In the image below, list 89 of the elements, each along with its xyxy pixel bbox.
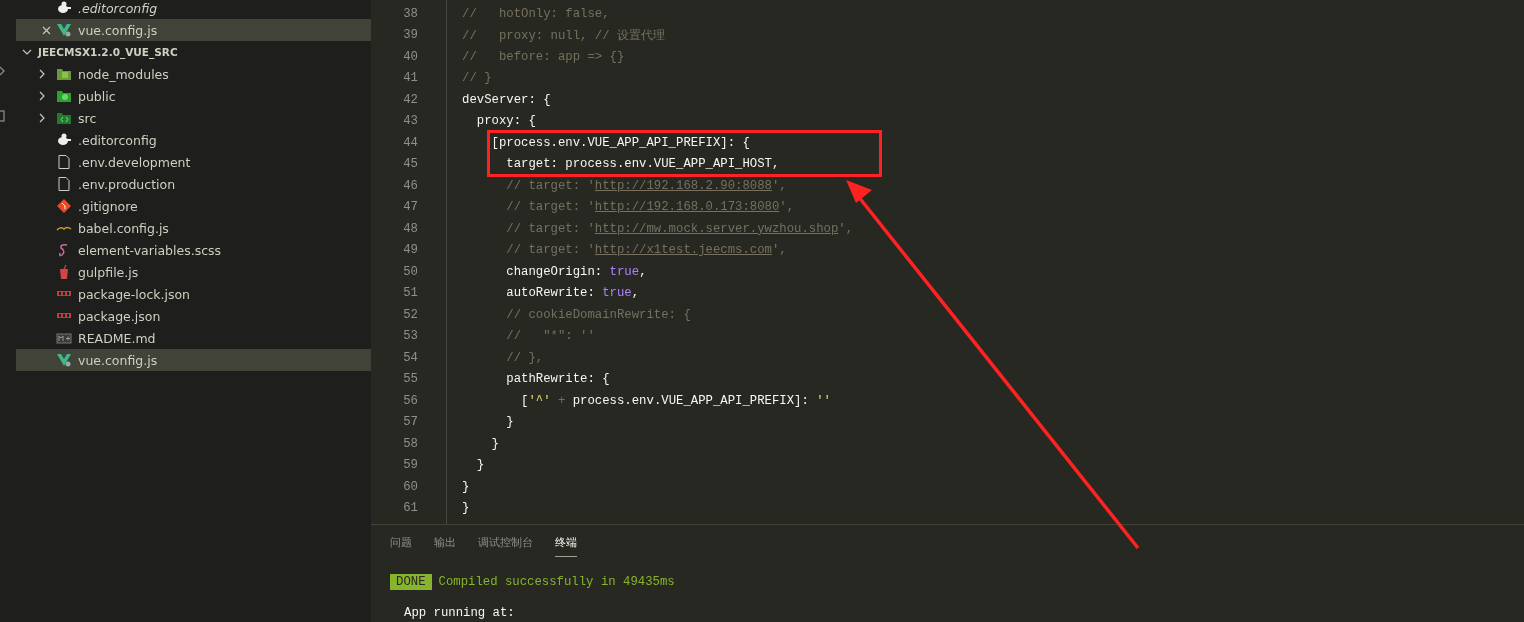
markdown-icon <box>56 330 72 346</box>
code-line: // } <box>462 71 492 86</box>
chevron-icon <box>37 91 47 101</box>
line-number: 46 <box>402 178 418 193</box>
line-number: 47 <box>402 200 418 215</box>
code-line: [process.env.VUE_APP_API_PREFIX]: { <box>490 135 750 150</box>
folder-item[interactable]: public <box>16 85 371 107</box>
line-number: 44 <box>402 135 418 150</box>
editorconfig-icon <box>56 0 72 16</box>
code-line: // target: 'http://mw.mock.server.ywzhou.shop', <box>505 221 854 236</box>
code-line: // proxy: null, // 设置代理 <box>462 27 665 44</box>
code-line: // }, <box>505 350 544 365</box>
code-line: // target: 'http://192.168.2.90:8088', <box>505 178 787 193</box>
code-line: // cookieDomainRewrite: { <box>505 307 691 322</box>
line-number: 58 <box>402 436 418 451</box>
file-item[interactable]: package.json <box>16 305 371 327</box>
file-item[interactable]: .env.development <box>16 151 371 173</box>
open-editor-item[interactable]: .editorconfig <box>16 0 371 19</box>
code-line: devServer: { <box>462 92 551 107</box>
panel-tab[interactable]: 输出 <box>434 535 456 557</box>
file-item[interactable]: .editorconfig <box>16 129 371 151</box>
file-item[interactable]: gulpfile.js <box>16 261 371 283</box>
file-icon <box>56 154 72 170</box>
code-line: } <box>490 436 499 451</box>
chevron-icon <box>22 47 32 57</box>
close-icon[interactable] <box>41 25 51 35</box>
line-number: 59 <box>402 458 418 473</box>
line-number: 55 <box>402 372 418 387</box>
editorconfig-icon <box>56 132 72 148</box>
line-number: 39 <box>402 28 418 43</box>
panel-tab[interactable]: 问题 <box>390 535 412 557</box>
file-item[interactable]: element-variables.scss <box>16 239 371 261</box>
file-item[interactable]: vue.config.js <box>16 349 371 371</box>
line-number: 54 <box>402 350 418 365</box>
line-number: 45 <box>402 157 418 172</box>
file-item[interactable]: package-lock.json <box>16 283 371 305</box>
code-line: // target: 'http://192.168.0.173:8080', <box>505 200 795 215</box>
file-item[interactable]: babel.config.js <box>16 217 371 239</box>
vue-logo-icon <box>56 352 72 368</box>
code-line: } <box>475 458 485 473</box>
chevron-icon <box>37 69 47 79</box>
line-number: 51 <box>402 286 418 301</box>
folder-icon <box>56 88 72 104</box>
open-editor-item[interactable]: vue.config.js <box>16 19 371 41</box>
status-badge: DONE <box>390 574 432 590</box>
line-number: 53 <box>402 329 418 344</box>
file-icon <box>56 176 72 192</box>
line-number: 40 <box>402 49 418 64</box>
line-number: 60 <box>402 479 418 494</box>
chevron-icon[interactable] <box>0 66 5 76</box>
terminal-line: App running at: <box>403 606 516 620</box>
code-line: // before: app => {} <box>462 49 625 64</box>
line-number: 42 <box>402 92 418 107</box>
chevron-icon <box>37 113 47 123</box>
line-number: 57 <box>402 415 418 430</box>
code-line: } <box>505 415 514 430</box>
code-line: } <box>462 479 470 494</box>
code-line: autoRewrite: true, <box>505 286 640 301</box>
folder-icon <box>56 110 72 126</box>
code-line: pathRewrite: { <box>505 372 610 387</box>
line-number: 52 <box>402 307 418 322</box>
code-line: } <box>462 501 470 516</box>
file-item[interactable]: README.md <box>16 327 371 349</box>
code-line: ['^' + process.env.VUE_APP_API_PREFIX]: '' <box>520 393 831 408</box>
code-line: // target: 'http://x1test.jeecms.com', <box>505 243 787 258</box>
code-line: target: process.env.VUE_APP_API_HOST, <box>505 157 780 172</box>
line-number: 61 <box>402 501 418 516</box>
file-item[interactable]: .gitignore <box>16 195 371 217</box>
folder-item[interactable]: node_modules <box>16 63 371 85</box>
line-number: 49 <box>402 243 418 258</box>
line-number: 48 <box>402 221 418 236</box>
diamond-icon <box>56 198 72 214</box>
vue-logo-icon <box>56 22 72 38</box>
code-line: proxy: { <box>475 114 536 129</box>
line-number: 43 <box>402 114 418 129</box>
terminal-message: Compiled successfully in 49435ms <box>438 575 675 589</box>
line-number: 41 <box>402 71 418 86</box>
folder-icon <box>56 66 72 82</box>
file-item[interactable]: .env.production <box>16 173 371 195</box>
line-number: 56 <box>402 393 418 408</box>
code-line: changeOrigin: true, <box>505 264 647 279</box>
code-line: // hotOnly: false, <box>462 6 610 21</box>
code-line: // "*": '' <box>505 329 595 344</box>
line-number: 38 <box>402 6 418 21</box>
folder-header[interactable]: JEECMSX1.2.0_VUE_SRC <box>16 41 371 63</box>
panel-tab[interactable]: 调试控制台 <box>478 535 533 557</box>
panel-tab[interactable]: 终端 <box>555 535 577 557</box>
folder-item[interactable]: src <box>16 107 371 129</box>
line-number: 50 <box>402 264 418 279</box>
